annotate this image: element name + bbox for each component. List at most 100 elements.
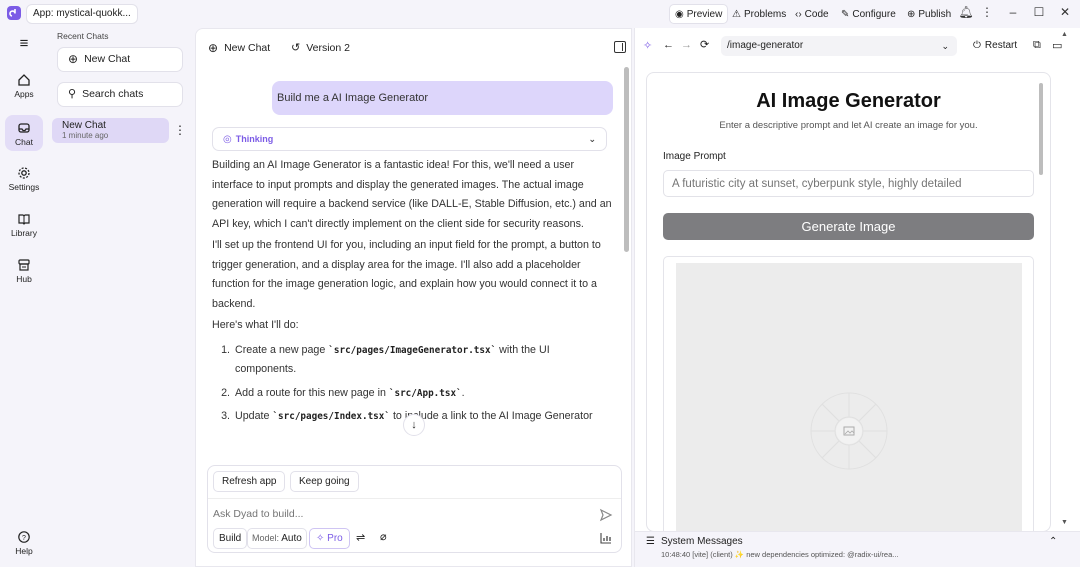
new-chat-label: New Chat [84,53,131,65]
scroll-up-icon[interactable]: ▲ [1061,31,1068,38]
keep-going-button[interactable]: Keep going [290,471,359,492]
pro-label: Pro [327,533,343,544]
list-item: Add a route for this new page in `src/Ap… [233,384,612,404]
rail-library[interactable]: Library [5,212,43,238]
app-name-pill[interactable]: App: mystical-quokk... [26,4,138,24]
chat-sidebar: Recent Chats ⊕ New Chat ⚲ Search chats New… [52,28,194,567]
bell-icon[interactable]: 🔔︎ [957,5,975,19]
preview-scrollbar[interactable] [1039,83,1043,175]
version-label: Version 2 [306,41,350,54]
message-paragraph: Here's what I'll do: [212,319,299,331]
rail-chat[interactable]: Chat [5,115,43,151]
brain-icon: ◎ [223,133,232,145]
more-menu-icon[interactable]: ⋮ [978,5,996,19]
prompt-label: Image Prompt [663,151,726,162]
image-display-area [663,256,1034,531]
system-messages-bar[interactable]: ☰ System Messages 10:48:40 [vite] (client… [635,531,1080,567]
scroll-down-icon[interactable]: ▼ [1061,519,1068,526]
system-message-text: 10:48:40 [vite] (client) ✨ new dependenc… [661,550,899,559]
user-message-bubble: Build me a AI Image Generator [272,81,613,115]
wrench-icon: ✎ [841,8,850,20]
restart-label: Restart [984,40,1018,51]
preview-panel: ✧ ← → ⟳ /image-generator ⌄ ⏻ Restart ⧉ ▭ A… [634,28,1080,567]
inbox-icon [18,123,30,133]
new-chat-button[interactable]: ⊕ New Chat [57,47,183,72]
globe-icon: ⊕ [907,8,916,20]
external-link-icon[interactable]: ⧉ [1033,39,1041,52]
sliders-icon[interactable]: ⇌ [356,531,365,544]
system-messages-title: System Messages [660,536,743,547]
generate-image-button[interactable]: Generate Image [663,213,1034,240]
chat-item-time: 1 minute ago [62,131,109,140]
page-subtitle: Enter a descriptive prompt and let AI cr… [719,120,978,131]
url-text: /image-generator [727,40,804,51]
chat-item-title: New Chat [62,120,106,131]
home-icon [18,74,30,86]
rail-hub[interactable]: Hub [5,258,43,284]
forward-arrow-icon[interactable]: → [681,39,692,51]
dyad-logo-icon [7,6,21,20]
new-chat-header-button[interactable]: ⊕ New Chat [208,41,270,55]
step-code: `src/App.tsx` [388,387,462,399]
search-chats-button[interactable]: ⚲ Search chats [57,82,183,107]
model-selector[interactable]: Model: Auto [247,528,307,549]
thinking-toggle[interactable]: ◎ Thinking ⌄ [212,127,607,151]
message-paragraph: Building an AI Image Generator is a fant… [212,159,612,230]
plus-circle-icon: ⊕ [208,41,219,55]
configure-label: Configure [852,8,896,20]
paperclip-icon[interactable]: ⌀ [380,530,387,543]
history-icon: ↺ [291,42,301,54]
image-placeholder [676,263,1022,531]
prompt-input[interactable] [663,170,1034,197]
close-button[interactable]: ✕ [1056,5,1074,19]
step-code: `src/pages/ImageGenerator.tsx` [328,344,497,356]
refresh-app-button[interactable]: Refresh app [213,471,286,492]
back-arrow-icon[interactable]: ← [663,39,674,51]
book-icon [18,214,30,225]
menu-icon[interactable]: ≡ [5,35,43,52]
step-text: Update [235,410,273,422]
restart-button[interactable]: ⏻ Restart [973,40,1017,51]
image-placeholder-graphic [810,392,888,470]
message-paragraph: I'll set up the frontend UI for you, inc… [212,239,601,310]
chat-input[interactable] [213,504,583,524]
panel-toggle-icon[interactable] [614,41,626,53]
chat-item-menu-icon[interactable]: ⋮ [174,123,186,137]
maximize-button[interactable]: ☐ [1030,5,1048,19]
chat-list-item[interactable]: New Chat 1 minute ago [52,118,169,143]
recent-chats-heading: Recent Chats [57,31,109,41]
rail-settings[interactable]: Settings [5,166,43,192]
rail-apps-label: Apps [14,89,34,99]
send-icon[interactable] [599,508,613,522]
bar-chart-icon[interactable] [600,532,612,544]
gear-icon [18,167,30,179]
device-toggle-icon[interactable]: ▭ [1052,39,1062,52]
url-bar[interactable]: /image-generator ⌄ [721,36,957,56]
problems-tab[interactable]: ⚠ Problems [727,4,791,24]
build-mode-button[interactable]: Build [213,528,248,549]
rail-hub-label: Hub [16,274,32,284]
rail-help-label: Help [15,546,33,556]
list-icon: ☰ [646,536,655,547]
rail-settings-label: Settings [8,182,40,192]
chevron-up-icon[interactable]: ⌃ [1049,536,1057,547]
arrow-down-icon: ↓ [411,419,417,431]
chat-panel: ⊕ New Chat ↺ Version 2 Build me a AI Image… [195,28,632,567]
pro-button[interactable]: ✧ Pro [309,528,350,549]
code-label: Code [804,8,829,20]
reload-icon[interactable]: ⟳ [700,38,709,51]
power-icon: ⏻ [973,40,981,51]
version-button[interactable]: ↺ Version 2 [291,41,350,55]
configure-tab[interactable]: ✎ Configure [836,4,901,24]
publish-tab[interactable]: ⊕ Publish [902,4,956,24]
rail-apps[interactable]: Apps [5,73,43,103]
minimize-button[interactable]: – [1004,5,1022,19]
code-tab[interactable]: ‹› Code [790,4,834,24]
header-new-chat-label: New Chat [224,42,271,54]
preview-tab[interactable]: ◉ Preview [669,4,729,24]
scroll-down-button[interactable]: ↓ [403,414,425,436]
sparkle-icon[interactable]: ✧ [643,39,652,52]
step-text: Create a new page [235,343,329,356]
chat-scrollbar[interactable] [624,67,629,252]
rail-help[interactable]: ? Help [5,530,43,556]
